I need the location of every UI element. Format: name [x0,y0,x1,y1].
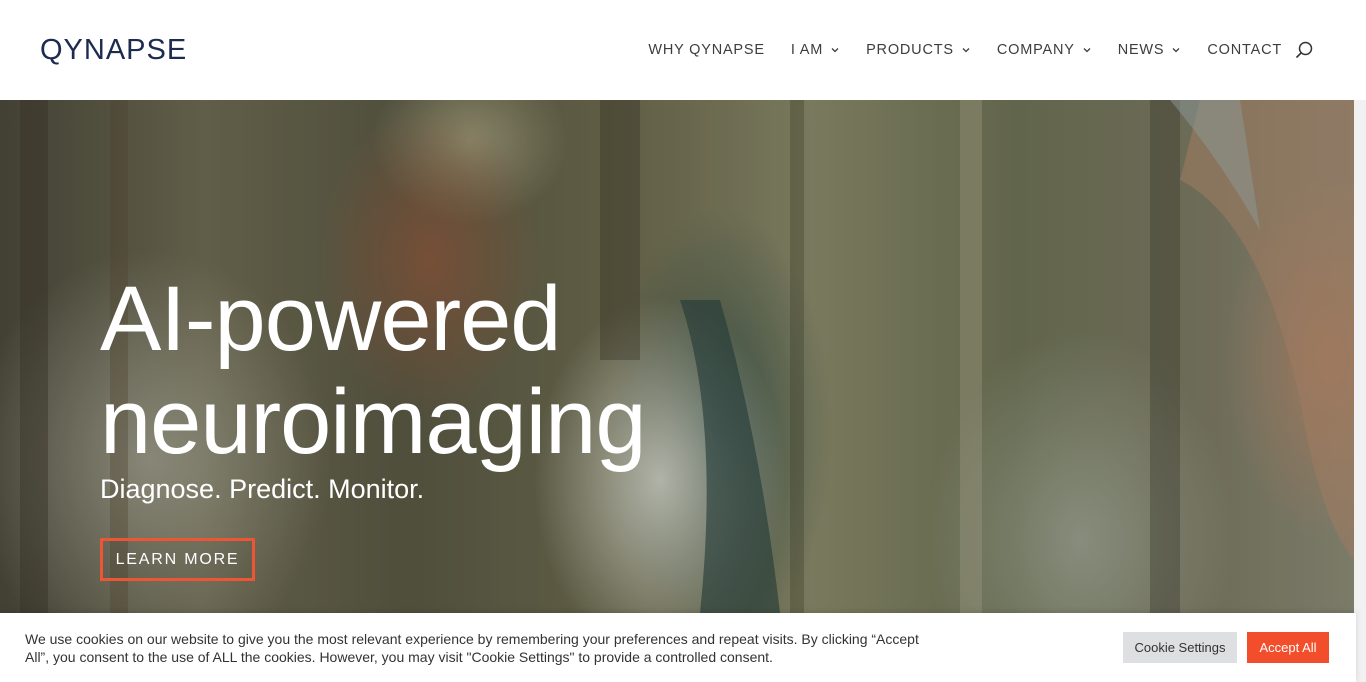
cookie-settings-button[interactable]: Cookie Settings [1123,632,1237,663]
nav-item-label: PRODUCTS [866,42,954,58]
hero-banner: AI-powered neuroimaging Diagnose. Predic… [0,100,1354,613]
nav-item-products[interactable]: PRODUCTS [866,40,971,60]
cookie-consent-text: We use cookies on our website to give yo… [25,631,919,665]
nav-item-news[interactable]: NEWS [1118,40,1182,60]
nav-item-label: WHY QYNAPSE [648,42,765,58]
chevron-down-icon [1172,48,1180,53]
nav-item-label: I AM [790,42,824,58]
main-nav: WHY QYNAPSE I AM PRODUCTS COMPANY NEWS C… [648,40,1282,60]
nav-item-label: COMPANY [996,42,1075,58]
hero-subtitle: Diagnose. Predict. Monitor. [100,474,425,504]
accept-all-button[interactable]: Accept All [1247,632,1329,663]
cookie-consent-bar: We use cookies on our website to give yo… [0,613,1356,682]
nav-item-i-am[interactable]: I AM [791,40,840,60]
nav-item-label: NEWS [1117,42,1165,58]
search-icon[interactable] [1294,41,1314,61]
nav-item-contact[interactable]: CONTACT [1207,40,1282,60]
learn-more-button[interactable]: LEARN MORE [100,538,255,581]
nav-item-why-qynapse[interactable]: WHY QYNAPSE [648,40,765,60]
page-scrollbar[interactable] [1354,100,1366,682]
chevron-down-icon [831,48,839,53]
hero-title: AI-powered neuroimaging [100,268,1000,474]
qynapse-logo[interactable]: QYNAPSE [40,33,187,67]
chevron-down-icon [1083,48,1091,53]
nav-item-company[interactable]: COMPANY [997,40,1092,60]
hero-title-line-2: neuroimaging [100,371,646,473]
nav-item-label: CONTACT [1207,42,1282,58]
hero-title-line-1: AI-powered [100,268,561,370]
chevron-down-icon [962,48,970,53]
site-header: QYNAPSE WHY QYNAPSE I AM PRODUCTS COMPAN… [0,0,1366,100]
